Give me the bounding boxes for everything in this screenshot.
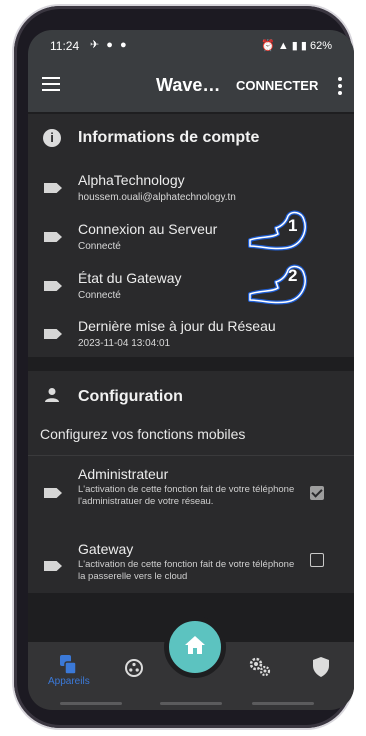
system-icons: ⏰ ▲ ▮ ▮ 62%: [261, 40, 332, 52]
info-icon: i: [43, 129, 61, 147]
nav-gesture-bar: [160, 702, 222, 705]
label-icon: [44, 329, 62, 339]
row-subtitle: Connecté: [78, 241, 121, 252]
row-subtitle: 2023-11-04 13:04:01: [78, 338, 171, 349]
config-item-description: L'activation de cette fonction fait de v…: [78, 484, 295, 507]
status-bar: 11:24 ✈ ● ● ⏰ ▲ ▮ ▮ 62%: [28, 30, 354, 60]
settings-icon[interactable]: [248, 656, 272, 683]
pointing-hand-icon: [248, 264, 308, 305]
status-time: 11:24: [50, 39, 80, 53]
label-icon: [44, 488, 62, 498]
admin-checkbox[interactable]: [310, 486, 324, 500]
home-icon: [185, 636, 205, 654]
label-icon: [44, 183, 62, 193]
menu-icon[interactable]: [42, 77, 60, 91]
row-subtitle: Connecté: [78, 290, 121, 301]
row-title: État du Gateway: [78, 270, 182, 286]
config-item-title: Administrateur: [78, 466, 169, 482]
label-icon: [44, 281, 62, 291]
annotation-number: 2: [288, 266, 298, 285]
notification-icons: ✈ ● ●: [90, 39, 129, 51]
label-icon: [44, 232, 62, 242]
shield-icon[interactable]: [312, 656, 330, 683]
pointing-hand-icon: [248, 210, 308, 251]
more-options-icon[interactable]: [338, 77, 342, 98]
config-card-title: Configuration: [78, 388, 183, 405]
row-title: AlphaTechnology: [78, 172, 185, 188]
row-subtitle: houssem.ouali@alphatechnology.tn: [78, 192, 236, 203]
row-title: Connexion au Serveur: [78, 221, 218, 237]
nav-gesture-bar: [252, 702, 314, 705]
nav-gesture-bar: [60, 702, 122, 705]
label-icon: [44, 561, 62, 571]
divider: [28, 455, 354, 456]
gateway-checkbox[interactable]: [310, 553, 324, 567]
account-card-title: Informations de compte: [78, 129, 260, 146]
screen: 11:24 ✈ ● ● ⏰ ▲ ▮ ▮ 62% Wave… CONNECTER …: [28, 30, 354, 710]
person-icon: [45, 388, 59, 402]
config-item-admin[interactable]: Administrateur L'activation de cette fon…: [28, 466, 354, 522]
app-title: Wave…: [156, 75, 221, 95]
config-subtitle: Configurez vos fonctions mobiles: [40, 426, 246, 442]
config-item-description: L'activation de cette fonction fait de v…: [78, 559, 295, 582]
configuration-card: Configuration Configurez vos fonctions m…: [28, 371, 354, 593]
home-button[interactable]: [164, 616, 226, 678]
config-item-title: Gateway: [78, 541, 134, 557]
nav-label-devices[interactable]: Appareils: [48, 676, 90, 687]
row-title: Dernière mise à jour du Réseau: [78, 318, 276, 334]
connect-button[interactable]: CONNECTER: [236, 78, 318, 93]
app-bar: Wave… CONNECTER: [28, 60, 354, 112]
account-row-network-update[interactable]: Dernière mise à jour du Réseau 2023-11-0…: [28, 318, 354, 358]
annotation-number: 1: [288, 216, 298, 235]
hub-icon[interactable]: [124, 658, 144, 683]
config-item-gateway[interactable]: Gateway L'activation de cette fonction f…: [28, 541, 354, 587]
